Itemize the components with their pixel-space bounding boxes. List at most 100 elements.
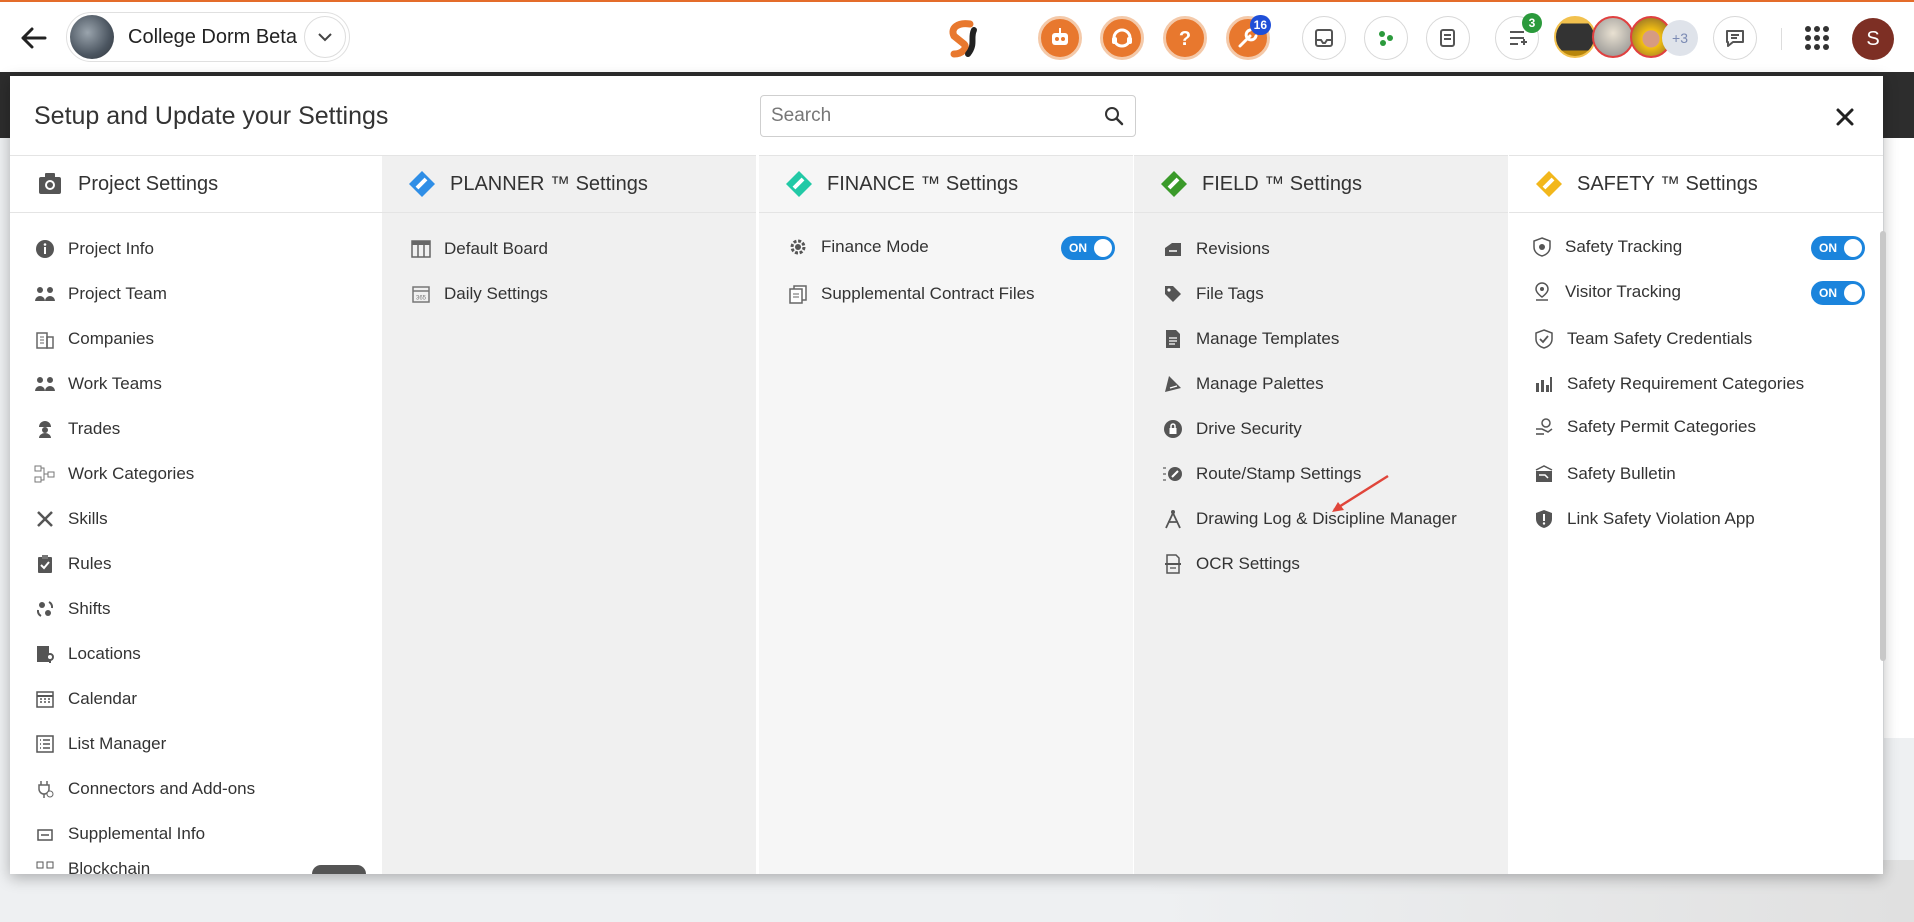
credential-shield-icon [1533, 328, 1555, 350]
setting-default-board[interactable]: Default Board [410, 235, 548, 263]
setting-label: Supplemental Info [68, 824, 206, 843]
setting-work-categories[interactable]: Work Categories [34, 460, 194, 488]
setting-rules[interactable]: Rules [34, 550, 111, 578]
setting-team-safety-credentials[interactable]: Team Safety Credentials [1533, 325, 1752, 353]
setting-revisions[interactable]: Revisions [1162, 235, 1270, 263]
setting-manage-templates[interactable]: Manage Templates [1162, 325, 1339, 353]
list-icon [34, 733, 56, 755]
inbox-icon[interactable] [1302, 16, 1346, 60]
worker-icon [34, 418, 56, 440]
scrollbar[interactable] [1880, 231, 1886, 661]
lock-icon [1162, 418, 1184, 440]
setting-label: Work Categories [68, 464, 195, 483]
setting-project-team[interactable]: Project Team [34, 280, 167, 308]
setting-daily-settings[interactable]: 365 Daily Settings [410, 280, 548, 308]
avatar[interactable] [1554, 16, 1596, 58]
finance-settings-column: FINANCE ™ Settings Finance Mode ON Suppl… [759, 155, 1133, 874]
brand-logo-icon[interactable] [940, 18, 984, 62]
help-icon[interactable]: ? [1163, 16, 1207, 60]
setting-label: Skills [68, 509, 108, 528]
avatar[interactable] [1592, 16, 1634, 58]
toggle-knob [1844, 284, 1862, 302]
user-avatar[interactable]: S [1852, 18, 1894, 60]
setting-calendar[interactable]: Calendar [34, 685, 137, 713]
column-title: Project Settings [78, 172, 219, 195]
svg-text:365: 365 [416, 296, 427, 302]
setting-locations[interactable]: Locations [34, 640, 141, 668]
setting-safety-tracking[interactable]: Safety Tracking [1531, 233, 1682, 261]
setting-label: OCR Settings [1196, 554, 1300, 573]
finance-mode-toggle[interactable]: ON [1061, 236, 1115, 260]
search-icon[interactable] [1103, 105, 1125, 127]
search-input[interactable] [771, 104, 1091, 128]
setting-skills[interactable]: Skills [34, 505, 108, 533]
project-selector[interactable]: College Dorm Beta [66, 12, 350, 62]
bot-icon[interactable] [1038, 16, 1082, 60]
svg-text:?: ? [1179, 28, 1191, 50]
setting-label: Drive Security [1196, 419, 1302, 438]
setting-label: Safety Bulletin [1567, 464, 1676, 483]
scan-document-icon [1162, 553, 1184, 575]
project-settings-column: Project Settings Project Info Project Te… [10, 155, 382, 874]
setting-safety-bulletin[interactable]: Safety Bulletin [1533, 460, 1676, 488]
safety-logo-icon [1535, 170, 1563, 198]
palette-icon [1162, 373, 1184, 395]
more-users-count[interactable]: +3 [1662, 20, 1698, 56]
setting-work-teams[interactable]: Work Teams [34, 370, 162, 398]
setting-project-info[interactable]: Project Info [34, 235, 154, 263]
setting-companies[interactable]: Companies [34, 325, 154, 353]
setting-list-manager[interactable]: List Manager [34, 730, 166, 758]
search-box[interactable] [760, 95, 1136, 137]
location-doc-icon [34, 643, 56, 665]
team-icon [34, 283, 56, 305]
annotation-arrow-icon [1332, 474, 1389, 512]
setting-supplemental-contract-files[interactable]: Supplemental Contract Files [787, 280, 1035, 308]
setting-finance-mode[interactable]: Finance Mode [787, 233, 929, 261]
chevron-down-icon[interactable] [304, 16, 346, 58]
close-button[interactable] [1830, 102, 1860, 132]
chat-icon[interactable] [1713, 16, 1757, 60]
toggle-knob [1094, 239, 1112, 257]
top-bar: College Dorm Beta ? 16 3 +3 S [0, 0, 1914, 72]
planner-logo-icon [408, 170, 436, 198]
column-title: FINANCE ™ Settings [827, 172, 1019, 195]
setting-ocr[interactable]: OCR Settings [1162, 550, 1300, 578]
back-arrow-icon[interactable] [18, 22, 50, 54]
apps-grid-icon[interactable] [1805, 26, 1829, 50]
plug-icon [34, 778, 56, 800]
setting-label: Supplemental Contract Files [821, 284, 1035, 303]
setting-drive-security[interactable]: Drive Security [1162, 415, 1302, 443]
document-list-icon[interactable] [1426, 16, 1470, 60]
hierarchy-icon [34, 463, 56, 485]
setting-blockchain[interactable]: Blockchain [34, 859, 150, 874]
setting-file-tags[interactable]: File Tags [1162, 280, 1264, 308]
visitor-tracking-toggle[interactable]: ON [1811, 281, 1865, 305]
tools-icon[interactable]: 16 [1226, 15, 1271, 60]
setting-manage-palettes[interactable]: Manage Palettes [1162, 370, 1324, 398]
blockchain-toggle[interactable] [312, 865, 366, 874]
column-header: FINANCE ™ Settings [759, 155, 1133, 213]
setting-shifts[interactable]: Shifts [34, 595, 111, 623]
setting-supplemental-info[interactable]: Supplemental Info [34, 820, 205, 848]
setting-drawing-log[interactable]: Drawing Log & Discipline Manager [1162, 505, 1457, 533]
setting-link-safety-violation[interactable]: Link Safety Violation App [1533, 505, 1755, 533]
column-title: FIELD ™ Settings [1202, 172, 1363, 195]
setting-label: Locations [68, 644, 141, 663]
task-list-icon[interactable]: 3 [1495, 13, 1542, 60]
setting-safety-permit-categories[interactable]: Safety Permit Categories [1533, 413, 1756, 441]
support-icon[interactable] [1100, 16, 1144, 60]
network-icon[interactable] [1364, 16, 1408, 60]
gear-icon [787, 236, 809, 258]
column-header: Project Settings [10, 155, 382, 213]
setting-safety-requirement-categories[interactable]: Safety Requirement Categories [1533, 370, 1804, 398]
settings-modal: Setup and Update your Settings Project S… [10, 76, 1886, 874]
setting-label: Visitor Tracking [1565, 282, 1681, 301]
setting-trades[interactable]: Trades [34, 415, 120, 443]
column-title: SAFETY ™ Settings [1577, 172, 1758, 195]
safety-tracking-toggle[interactable]: ON [1811, 236, 1865, 260]
setting-connectors[interactable]: Connectors and Add-ons [34, 775, 255, 803]
setting-label: Link Safety Violation App [1567, 509, 1755, 528]
building-icon [34, 328, 56, 350]
setting-visitor-tracking[interactable]: Visitor Tracking [1531, 278, 1681, 306]
alert-shield-icon [1533, 508, 1555, 530]
